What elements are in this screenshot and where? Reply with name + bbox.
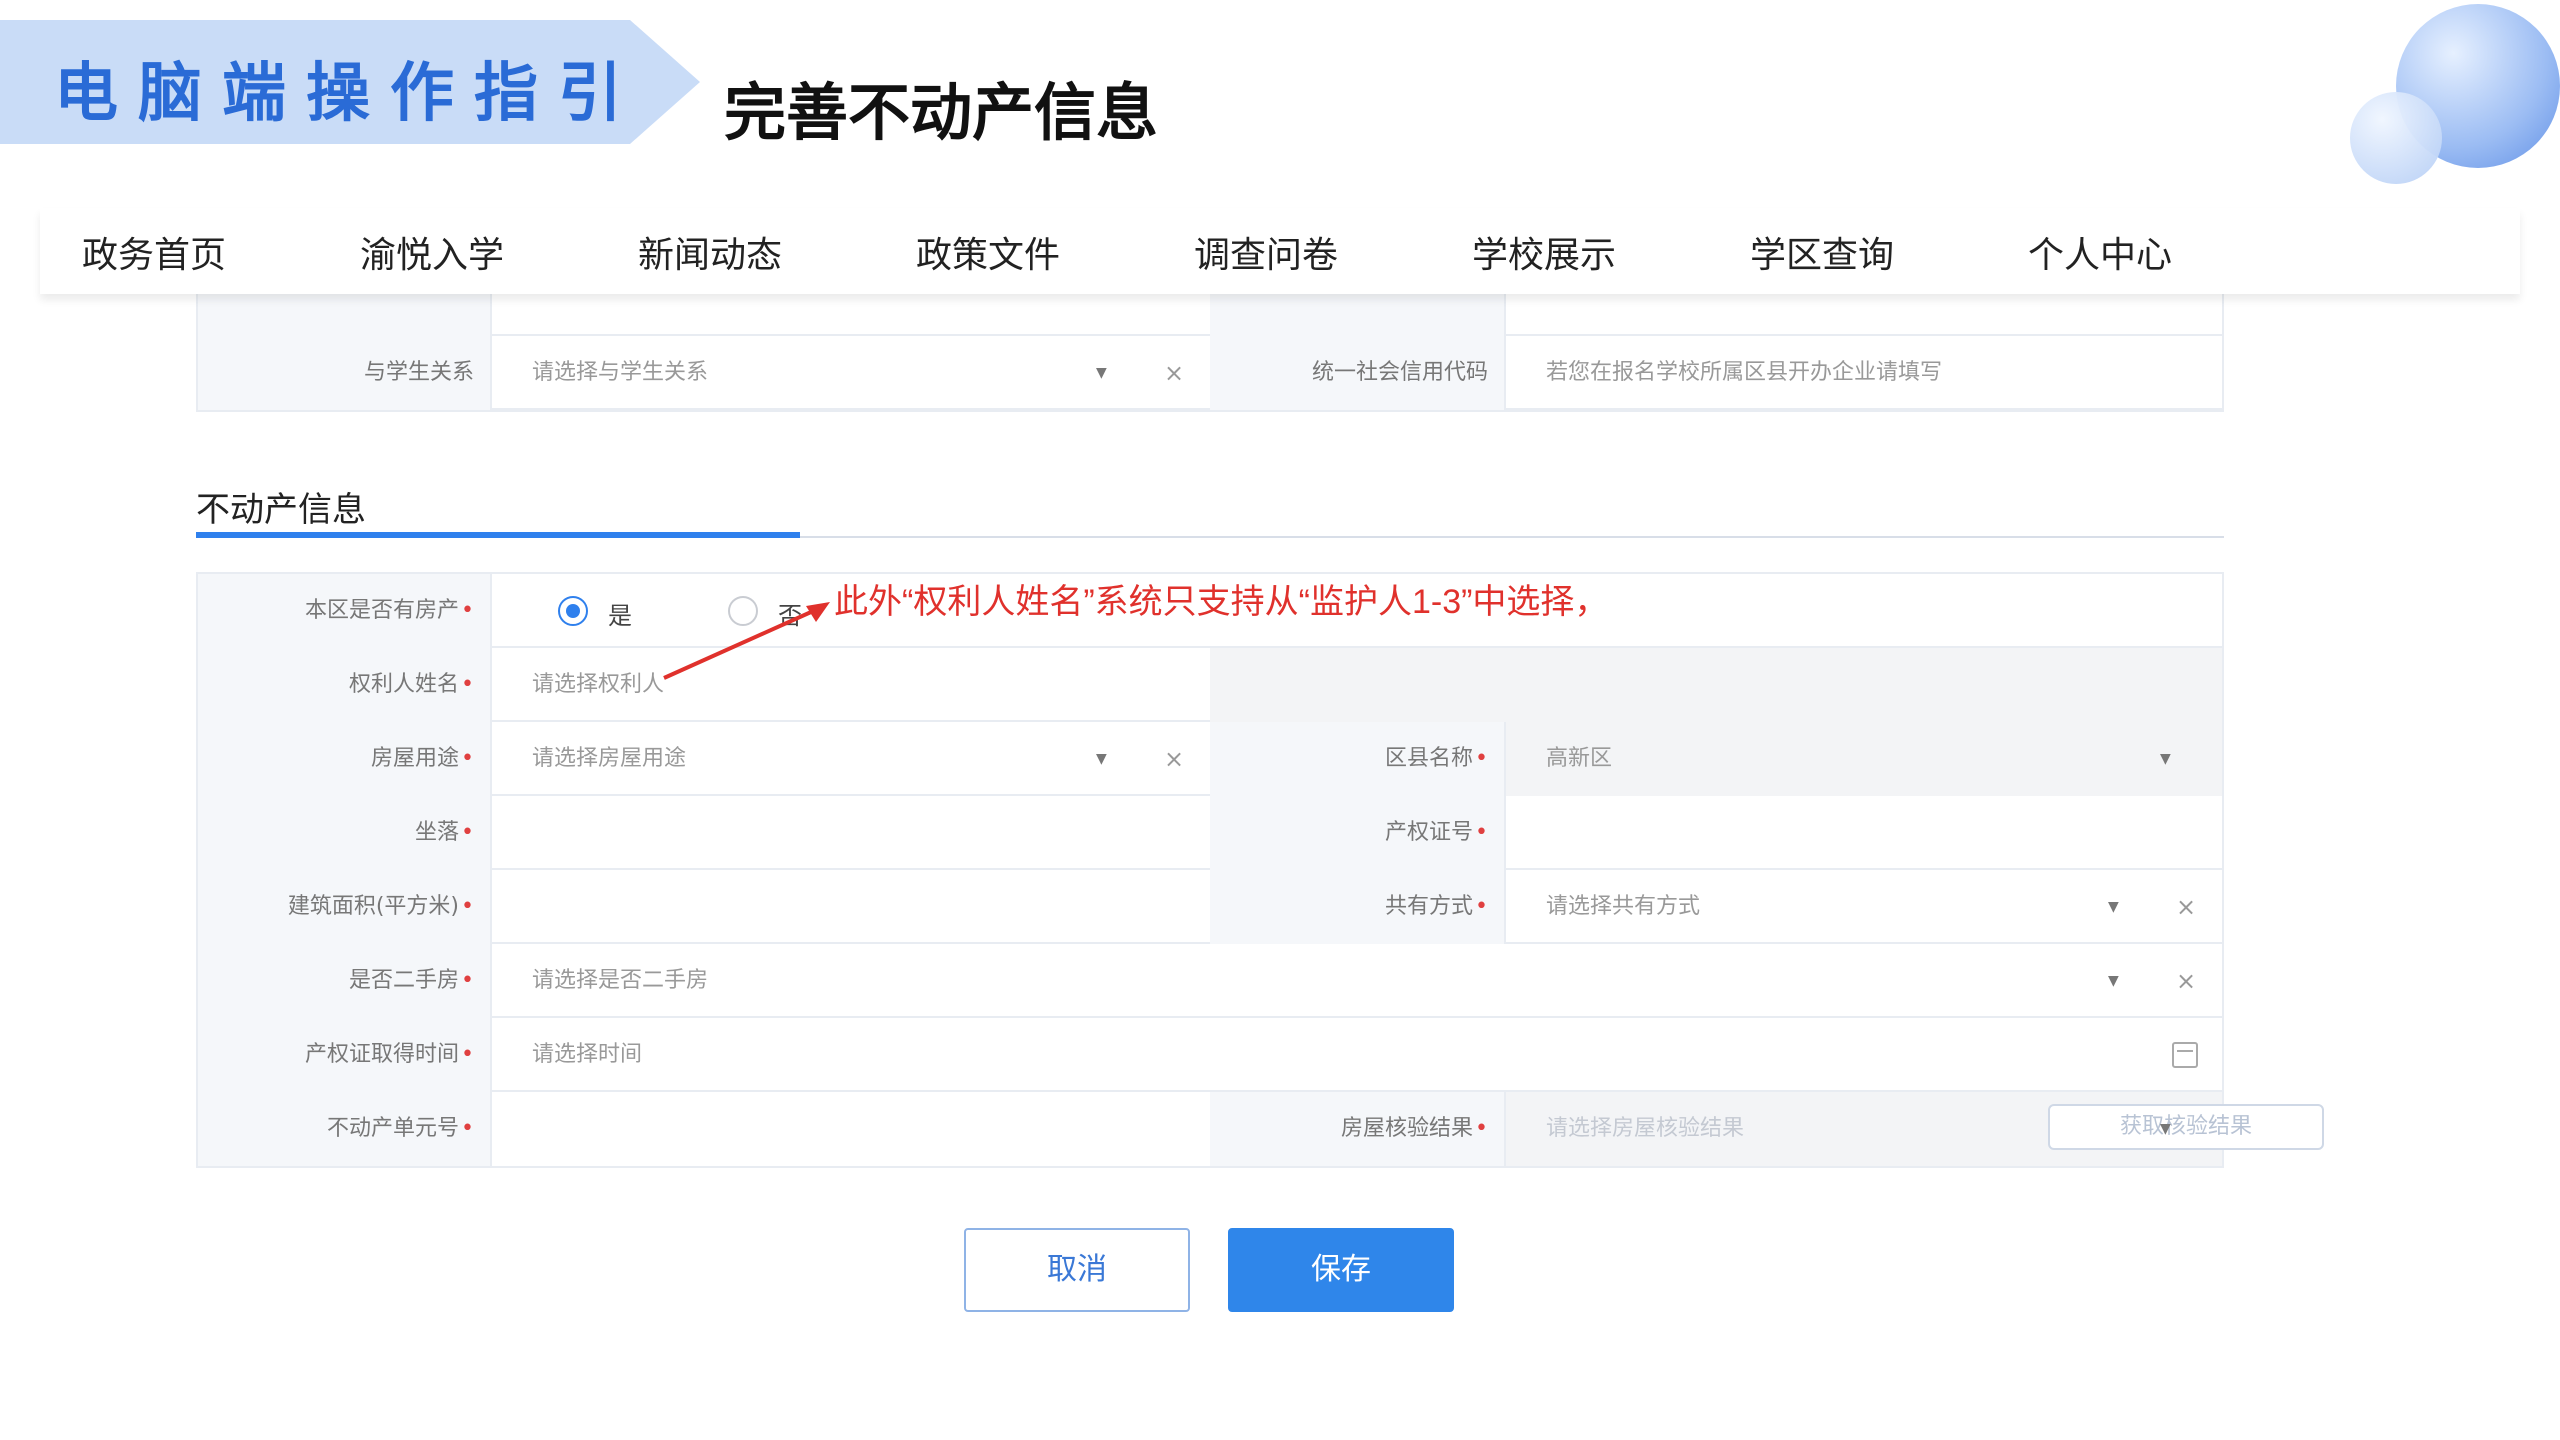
fetch-verify-button[interactable]: 获取核验结果	[2048, 1104, 2324, 1150]
owner-label: 权利人姓名•	[198, 648, 492, 722]
area-label: 建筑面积(平方米)•	[198, 870, 492, 944]
chevron-down-icon[interactable]: ▼	[2160, 1092, 2171, 1166]
second-hand-label: 是否二手房•	[198, 944, 492, 1018]
table-row: 建筑面积(平方米)• 共有方式• 请选择共有方式 ▼ ×	[198, 870, 2222, 944]
location-label: 坐落•	[198, 796, 492, 870]
unit-no-input[interactable]	[492, 1092, 1212, 1166]
chevron-down-icon[interactable]: ▼	[2108, 944, 2119, 1018]
table-row: 产权证取得时间• 请选择时间	[198, 1018, 2222, 1092]
district-select[interactable]: 高新区	[1506, 722, 2222, 796]
nav-item-policy[interactable]: 政策文件	[916, 226, 1060, 278]
cert-no-input[interactable]	[1506, 796, 2222, 870]
chevron-down-icon[interactable]: ▼	[2160, 722, 2171, 796]
decorative-circle-small	[2350, 92, 2442, 184]
section-title-property: 不动产信息	[196, 491, 366, 529]
second-hand-select[interactable]: 请选择是否二手房	[492, 944, 2222, 1018]
area-input[interactable]	[492, 870, 1212, 944]
nav-item-personal-center[interactable]: 个人中心	[2028, 226, 2172, 278]
top-navigation: 政务首页 渝悦入学 新闻动态 政策文件 调查问卷 学校展示 学区查询 个人中心	[40, 208, 2520, 294]
nav-item-schools[interactable]: 学校展示	[1472, 226, 1616, 278]
owner-select[interactable]: 请选择权利人	[492, 648, 1212, 722]
chevron-down-icon[interactable]: ▼	[2108, 870, 2119, 944]
location-input[interactable]	[492, 796, 1212, 870]
usage-label: 房屋用途•	[198, 722, 492, 796]
relation-label: 与学生关系	[198, 336, 492, 410]
property-info-table: 本区是否有房产• 是 否 权利人姓名• 请选择权利人 房屋用途• 请选择房屋用途…	[196, 572, 2324, 1168]
annotation-text: 此外“权利人姓名”系统只支持从“监护人1-3”中选择，	[834, 583, 1609, 621]
clear-icon[interactable]: ×	[1164, 722, 1184, 796]
credit-code-input[interactable]: 若您在报名学校所属区县开办企业请填写	[1506, 336, 2222, 410]
verify-label: 房屋核验结果•	[1210, 1092, 1506, 1166]
table-row: 不动产单元号• 房屋核验结果• 请选择房屋核验结果 获取核验结果 ▼	[198, 1092, 2324, 1166]
table-row: 是否二手房• 请选择是否二手房 ▼ ×	[198, 944, 2222, 1018]
chevron-down-icon[interactable]: ▼	[1096, 336, 1107, 410]
district-label: 区县名称•	[1210, 722, 1506, 796]
cert-time-picker[interactable]: 请选择时间	[492, 1018, 2222, 1092]
cert-time-label: 产权证取得时间•	[198, 1018, 492, 1092]
nav-item-district-query[interactable]: 学区查询	[1750, 226, 1894, 278]
guide-banner: 电脑端操作指引	[0, 20, 700, 144]
owner-filler	[1210, 648, 1506, 722]
table-row: 权利人姓名• 请选择权利人	[198, 648, 2222, 722]
nav-item-news[interactable]: 新闻动态	[638, 226, 782, 278]
section-divider-accent	[196, 532, 800, 538]
radio-yes-label: 是	[608, 602, 632, 630]
annotation-arrow-icon	[663, 602, 830, 680]
clear-icon[interactable]: ×	[1164, 336, 1184, 410]
nav-item-survey[interactable]: 调查问卷	[1194, 226, 1338, 278]
clear-icon[interactable]: ×	[2176, 870, 2196, 944]
guide-banner-text: 电脑端操作指引	[54, 56, 642, 131]
has-property-label: 本区是否有房产•	[198, 574, 492, 648]
page-title: 完善不动产信息	[724, 76, 1159, 149]
share-label: 共有方式•	[1210, 870, 1506, 944]
cert-no-label: 产权证号•	[1210, 796, 1506, 870]
table-row: 与学生关系 请选择与学生关系 ▼ × 统一社会信用代码 若您在报名学校所属区县开…	[198, 336, 2222, 410]
unit-no-label: 不动产单元号•	[198, 1092, 492, 1166]
nav-item-enrollment[interactable]: 渝悦入学	[360, 226, 504, 278]
save-button[interactable]: 保存	[1228, 1228, 1454, 1312]
credit-code-label: 统一社会信用代码	[1210, 336, 1506, 410]
radio-yes[interactable]	[558, 596, 588, 626]
table-row: 房屋用途• 请选择房屋用途 ▼ × 区县名称• 高新区 ▼	[198, 722, 2222, 796]
table-row: 坐落• 产权证号•	[198, 796, 2222, 870]
calendar-icon[interactable]	[2172, 1042, 2198, 1068]
nav-item-home[interactable]: 政务首页	[82, 226, 226, 278]
clear-icon[interactable]: ×	[2176, 944, 2196, 1018]
chevron-down-icon[interactable]: ▼	[1096, 722, 1107, 796]
cancel-button[interactable]: 取消	[964, 1228, 1190, 1312]
owner-filler-2	[1506, 648, 2222, 722]
